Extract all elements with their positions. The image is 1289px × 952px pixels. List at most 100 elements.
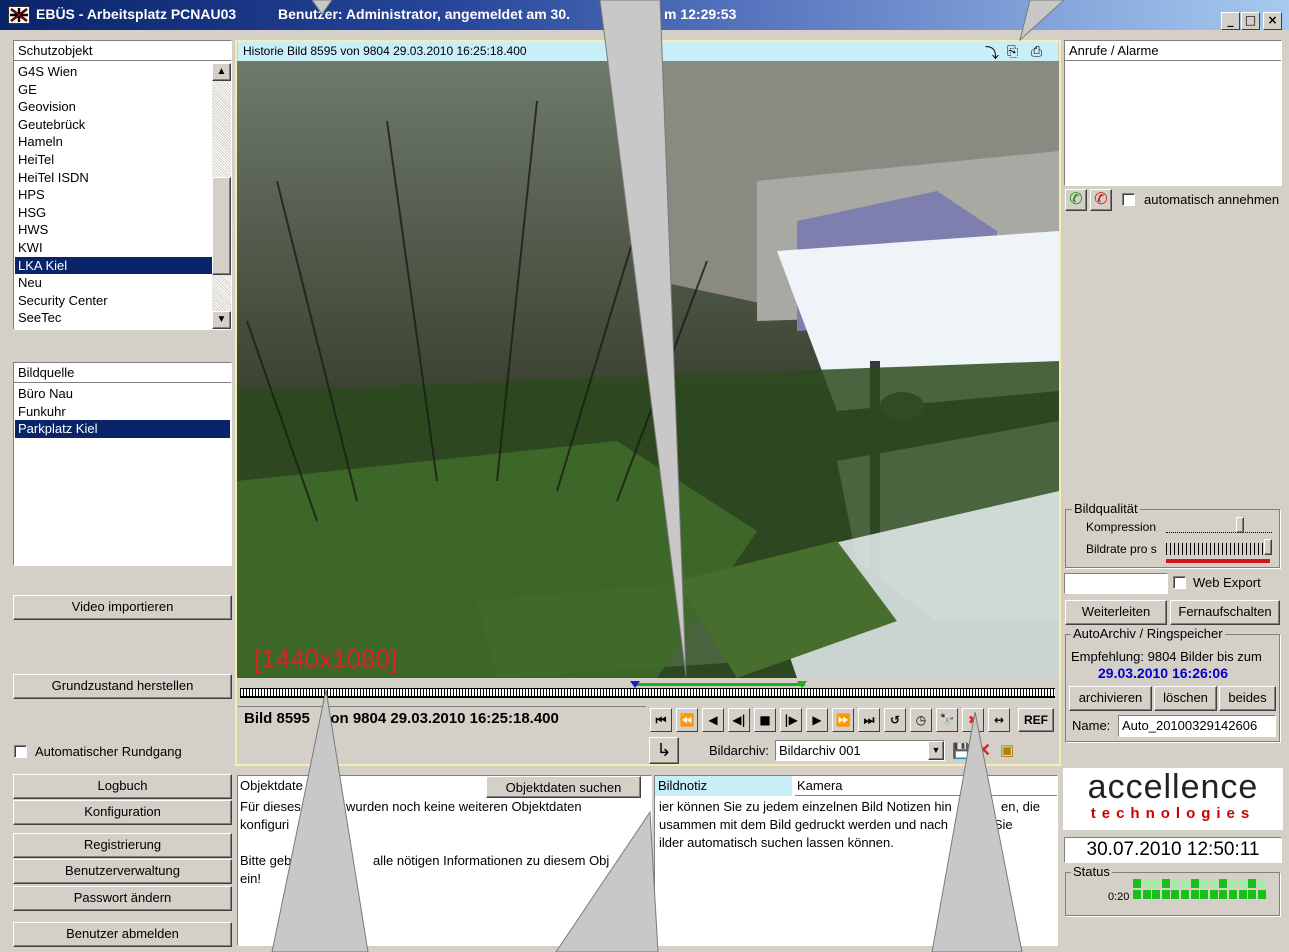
schutzobjekt-item[interactable]: KWI xyxy=(15,239,212,257)
flip-icon[interactable]: ⤵ xyxy=(985,43,999,63)
rewind-icon[interactable]: ◀ xyxy=(702,708,724,732)
image-timestamp: von 9804 29.03.2010 16:25:18.400 xyxy=(322,710,559,727)
step-back-icon[interactable]: ◀| xyxy=(728,708,750,732)
name-label: Name: xyxy=(1072,718,1111,733)
schutzobjekt-item[interactable]: G4S Wien xyxy=(15,63,212,81)
chevron-down-icon[interactable]: ▼ xyxy=(928,741,944,760)
autoarchiv-title: AutoArchiv / Ringspeicher xyxy=(1071,626,1225,641)
print-icon[interactable]: ⎙ xyxy=(1031,43,1042,60)
step-forward-icon[interactable]: |▶ xyxy=(780,708,802,732)
loop-icon[interactable]: ↺ xyxy=(884,708,906,732)
maximize-button[interactable]: □ xyxy=(1241,12,1260,30)
schutzobjekt-item[interactable]: HeiTel xyxy=(15,151,212,169)
empfehlung-date: 29.03.2010 16:26:06 xyxy=(1098,665,1228,681)
schutzobjekt-header: Schutzobjekt xyxy=(14,41,231,61)
bildrate-slider[interactable] xyxy=(1166,539,1272,555)
fast-rewind-icon[interactable]: ⏪ xyxy=(676,708,698,732)
schutzobjekt-item[interactable]: Security Center xyxy=(15,292,212,310)
schutzobjekt-item[interactable]: LKA Kiel xyxy=(15,256,212,275)
web-export-checkbox[interactable] xyxy=(1173,576,1186,589)
status-cell xyxy=(1219,890,1228,899)
kompression-slider[interactable] xyxy=(1166,517,1272,533)
notiz-text-2a: usammen mit dem Bild gedruckt werden und… xyxy=(659,817,949,832)
copy-icon[interactable]: ⎘ xyxy=(1007,43,1018,60)
abmelden-button[interactable]: Benutzer abmelden xyxy=(13,922,232,947)
image-index: Bild 8595 xyxy=(244,710,310,727)
bildquelle-item[interactable]: Parkplatz Kiel xyxy=(15,420,230,438)
kompression-thumb[interactable] xyxy=(1236,517,1244,533)
auto-annehmen-checkbox[interactable] xyxy=(1122,193,1135,206)
schutzobjekt-item[interactable]: Geovision xyxy=(15,98,212,116)
archivieren-button[interactable]: archivieren xyxy=(1069,686,1152,711)
objektdaten-search-button[interactable]: Objektdaten suchen xyxy=(486,776,641,798)
status-cell xyxy=(1171,890,1180,899)
mark-delete-icon[interactable]: ✖ xyxy=(962,708,984,732)
schutzobjekt-item[interactable]: HeiTel ISDN xyxy=(15,169,212,187)
grundzustand-button[interactable]: Grundzustand herstellen xyxy=(13,674,232,699)
resolution-overlay: [1440x1080] xyxy=(254,644,398,674)
bildarchiv-select[interactable]: Bildarchiv 001 ▼ xyxy=(775,740,945,761)
save-icon[interactable]: 💾 xyxy=(952,742,971,760)
schutzobjekt-scrollbar[interactable]: ▲ ▼ xyxy=(212,63,231,329)
binoculars-icon[interactable]: 🔭 xyxy=(936,708,958,732)
timeline-ticks[interactable] xyxy=(240,688,1055,698)
range-icon[interactable]: ↔ xyxy=(988,708,1010,732)
schutzobjekt-item[interactable]: Neu xyxy=(15,274,212,292)
clock-icon[interactable]: ◷ xyxy=(910,708,932,732)
bildqualitaet-title: Bildqualität xyxy=(1072,501,1140,516)
ref-button[interactable]: REF xyxy=(1018,708,1054,732)
loeschen-button[interactable]: löschen xyxy=(1154,686,1217,711)
benutzerverwaltung-button[interactable]: Benutzerverwaltung xyxy=(13,859,232,884)
status-cell xyxy=(1190,879,1199,888)
status-cell xyxy=(1142,890,1151,899)
window-title: EBÜS - Arbeitsplatz PCNAU03 xyxy=(36,6,237,22)
timeline-end-marker[interactable] xyxy=(797,681,807,688)
beides-button[interactable]: beides xyxy=(1219,686,1276,711)
video-import-button[interactable]: Video importieren xyxy=(13,595,232,620)
first-frame-icon[interactable]: ⏮ xyxy=(650,708,672,732)
rundgang-checkbox[interactable] xyxy=(14,745,27,758)
bildnotiz-tab[interactable]: Bildnotiz xyxy=(655,776,792,796)
minimize-button[interactable]: _ xyxy=(1221,12,1240,30)
scroll-thumb[interactable] xyxy=(212,177,231,275)
phone-accept-icon[interactable]: ✆ xyxy=(1065,189,1087,211)
accellence-logo: accellence technologies xyxy=(1063,768,1283,830)
last-frame-icon[interactable]: ⏭ xyxy=(858,708,880,732)
schutzobjekt-item[interactable]: HPS xyxy=(15,186,212,204)
phone-hangup-icon[interactable]: ✆ xyxy=(1090,189,1112,211)
bildquelle-item[interactable]: Büro Nau xyxy=(15,385,230,403)
weiterleiten-button[interactable]: Weiterleiten xyxy=(1065,600,1167,625)
logbuch-button[interactable]: Logbuch xyxy=(13,774,232,799)
scroll-down-button[interactable]: ▼ xyxy=(212,311,231,329)
play-icon[interactable]: ▶ xyxy=(806,708,828,732)
jump-icon[interactable]: ↳ xyxy=(649,737,679,764)
open-folder-icon[interactable]: ▣ xyxy=(1000,741,1014,759)
timeline-start-marker[interactable] xyxy=(630,681,640,688)
schutzobjekt-item[interactable]: HWS xyxy=(15,221,212,239)
close-button[interactable]: × xyxy=(1263,12,1282,30)
fast-forward-icon[interactable]: ⏩ xyxy=(832,708,854,732)
konfiguration-button[interactable]: Konfiguration xyxy=(13,800,232,825)
video-image[interactable] xyxy=(237,61,1059,678)
schutzobjekt-item[interactable]: GE xyxy=(15,81,212,99)
delete-icon[interactable]: ✕ xyxy=(976,740,991,761)
objektdaten-tab[interactable]: Objektdate xyxy=(240,778,303,793)
schutzobjekt-item[interactable]: SeeTec xyxy=(15,309,212,327)
passwort-button[interactable]: Passwort ändern xyxy=(13,886,232,911)
status-cell xyxy=(1219,879,1228,888)
schutzobjekt-item[interactable]: Geutebrück xyxy=(15,116,212,134)
kamera-tab[interactable]: Kamera xyxy=(795,776,1057,796)
schutzobjekt-item[interactable]: Hameln xyxy=(15,133,212,151)
schutzobjekt-item[interactable]: HSG xyxy=(15,204,212,222)
stop-icon[interactable]: ■ xyxy=(754,708,776,732)
bildarchiv-value: Bildarchiv 001 xyxy=(779,743,861,758)
status-cell xyxy=(1181,879,1189,888)
bildrate-thumb[interactable] xyxy=(1264,539,1272,555)
scroll-up-button[interactable]: ▲ xyxy=(212,63,231,81)
name-input[interactable]: Auto_20100329142606 xyxy=(1118,715,1276,737)
bildquelle-item[interactable]: Funkuhr xyxy=(15,403,230,421)
registrierung-button[interactable]: Registrierung xyxy=(13,833,232,858)
web-export-input[interactable] xyxy=(1064,573,1168,594)
anrufe-header: Anrufe / Alarme xyxy=(1065,41,1281,61)
fernaufschalten-button[interactable]: Fernaufschalten xyxy=(1170,600,1280,625)
